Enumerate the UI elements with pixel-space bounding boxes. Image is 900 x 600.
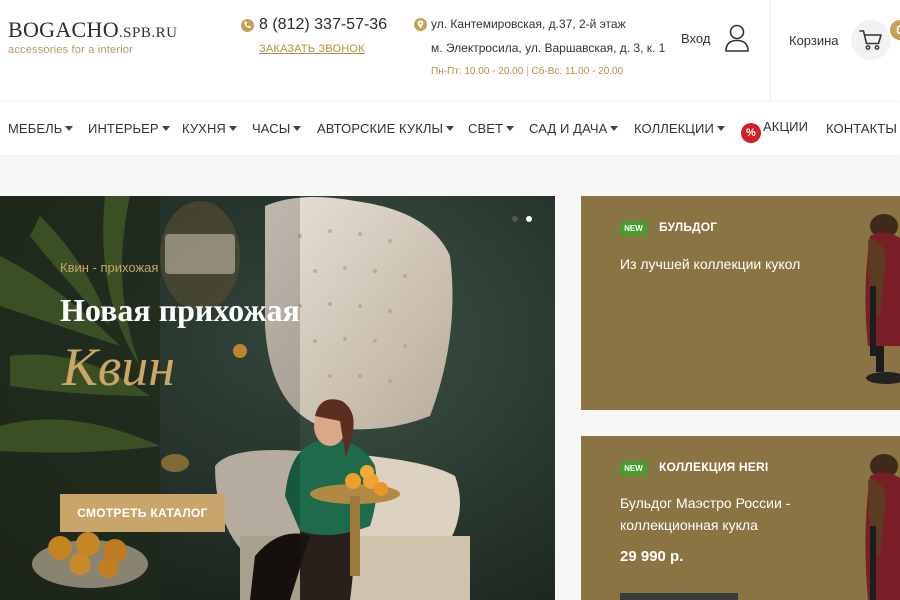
- address-line-1: ул. Кантемировская, д.37, 2-й этаж: [431, 17, 626, 31]
- new-badge: NEW: [620, 221, 647, 236]
- chevron-down-icon: [446, 126, 455, 131]
- phone-number[interactable]: 8 (812) 337-57-36: [259, 16, 387, 34]
- hero-subtitle: Квин - прихожая: [60, 260, 159, 275]
- new-badge: NEW: [620, 461, 647, 476]
- order-call-link[interactable]: ЗАКАЗАТЬ ЗВОНОК: [259, 43, 387, 55]
- view-catalog-button[interactable]: СМОТРЕТЬ КАТАЛОГ: [60, 494, 225, 532]
- promo-tag: КОЛЛЕКЦИЯ HERI: [659, 460, 769, 474]
- chevron-down-icon: [506, 126, 515, 131]
- slider-dot-2[interactable]: [526, 216, 532, 222]
- nav-item-furniture[interactable]: МЕБЕЛЬ: [8, 121, 74, 136]
- nav-item-lighting[interactable]: СВЕТ: [468, 121, 515, 136]
- slider-dot-1[interactable]: [512, 216, 518, 222]
- chevron-down-icon: [228, 126, 237, 131]
- phone-icon: [241, 18, 254, 32]
- doll-figure-image: [865, 454, 900, 600]
- chevron-down-icon: [610, 126, 619, 131]
- login-label: Вход: [681, 30, 711, 46]
- hero-photo: [0, 196, 555, 600]
- phone-block: 8 (812) 337-57-36 ЗАКАЗАТЬ ЗВОНОК: [241, 16, 387, 55]
- nav-item-kitchen[interactable]: КУХНЯ: [182, 121, 237, 136]
- logo-suffix: .SPB.RU: [118, 25, 178, 41]
- nav-item-contacts[interactable]: КОНТАКТЫ: [826, 121, 897, 136]
- header-divider: [770, 0, 771, 100]
- chevron-down-icon: [716, 126, 725, 131]
- chevron-down-icon: [161, 126, 170, 131]
- promo-tag: БУЛЬДОГ: [659, 220, 718, 234]
- site-logo[interactable]: BOGACHO.SPB.RU accessories for a interio…: [8, 17, 177, 56]
- promo-details-button[interactable]: [620, 593, 738, 600]
- hero-title: Новая прихожая: [60, 292, 300, 328]
- site-header: BOGACHO.SPB.RU accessories for a interio…: [0, 0, 900, 100]
- nav-item-author-dolls[interactable]: АВТОРСКИЕ КУКЛЫ: [317, 121, 455, 136]
- main-nav: МЕБЕЛЬ ИНТЕРЬЕР КУХНЯ ЧАСЫ АВТОРСКИЕ КУК…: [0, 101, 900, 155]
- nav-item-sales[interactable]: % АКЦИИ: [741, 119, 808, 143]
- opening-hours: Пн-Пт: 10.00 - 20.00 | Сб-Вс: 11.00 - 20…: [431, 66, 624, 77]
- user-icon: [724, 24, 750, 52]
- logo-tagline: accessories for a interior: [8, 44, 134, 56]
- chevron-down-icon: [65, 126, 74, 131]
- cart-label: Корзина: [789, 32, 839, 48]
- promo-card-heri[interactable]: NEW КОЛЛЕКЦИЯ HERI Бульдог Маэстро Росси…: [581, 436, 900, 600]
- hours-weekdays: Пн-Пт: 10.00 - 20.00: [431, 66, 524, 77]
- percent-icon: %: [741, 123, 761, 143]
- promo-card-bulldog[interactable]: NEW БУЛЬДОГ Из лучшей коллекции кукол: [581, 196, 900, 410]
- hero-script-title: Квин: [62, 337, 176, 397]
- nav-item-clocks[interactable]: ЧАСЫ: [252, 121, 302, 136]
- promo-text: Бульдог Маэстро России - коллекционная к…: [620, 495, 791, 533]
- address-line-2: м. Электросила, ул. Варшавская, д. 3, к.…: [431, 41, 666, 55]
- promo-price: 29 990 р.: [620, 548, 684, 565]
- logo-name: BOGACHO: [8, 17, 119, 42]
- promo-text: Из лучшей коллекции кукол: [620, 256, 801, 272]
- location-pin-icon: [414, 17, 427, 31]
- nav-item-garden[interactable]: САД И ДАЧА: [529, 121, 619, 136]
- cart-count-badge: 0: [889, 20, 900, 40]
- chevron-down-icon: [293, 126, 302, 131]
- hero-slider[interactable]: Квин - прихожая Новая прихожая Квин СМОТ…: [0, 196, 555, 600]
- nav-item-collections[interactable]: КОЛЛЕКЦИИ: [634, 121, 725, 136]
- nav-item-interior[interactable]: ИНТЕРЬЕР: [88, 121, 170, 136]
- login-button[interactable]: Вход: [681, 24, 750, 52]
- hours-weekend: Сб-Вс: 11.00 - 20.00: [531, 66, 624, 77]
- address-block: ул. Кантемировская, д.37, 2-й этаж м. Эл…: [414, 17, 665, 77]
- cart-icon: 0: [850, 20, 900, 60]
- doll-figure-image: [865, 214, 900, 384]
- slider-dots: [512, 216, 532, 222]
- cart-button[interactable]: Корзина 0: [789, 20, 900, 60]
